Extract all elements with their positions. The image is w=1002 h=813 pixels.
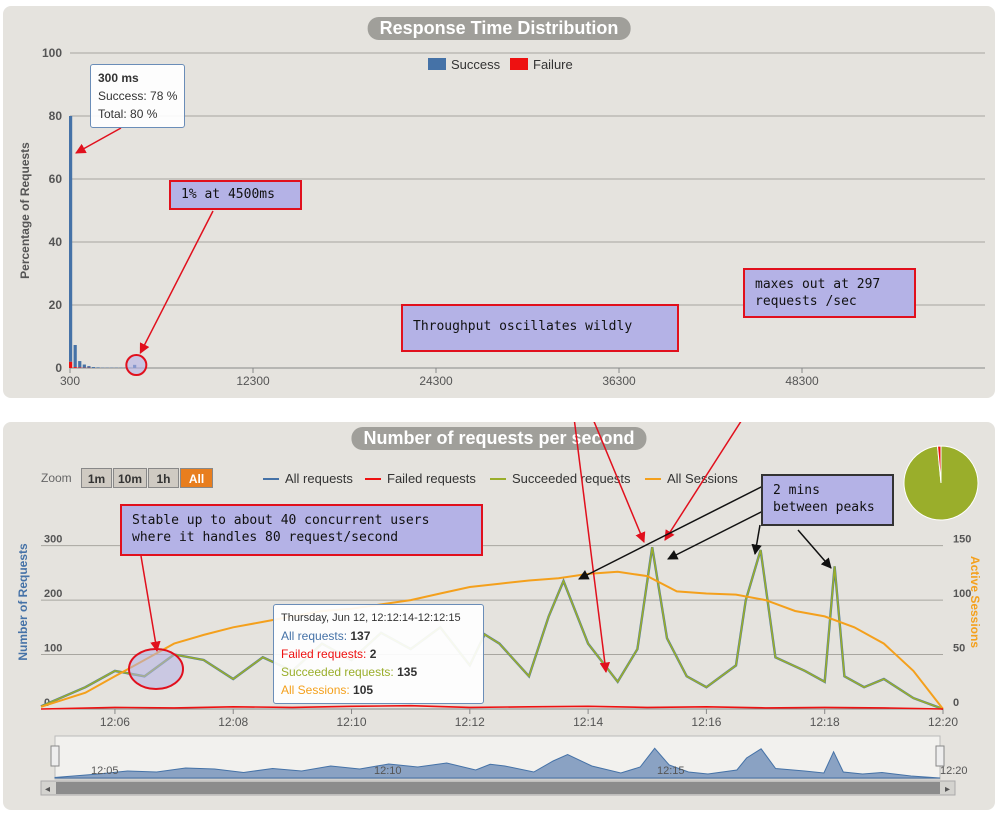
tooltip-success: Success: 78 % xyxy=(98,89,178,103)
navigator-tick-label: 12:15 xyxy=(657,765,685,777)
annotation-arrow xyxy=(75,127,122,154)
x-tick-label: 12:16 xyxy=(691,715,721,729)
success-bar xyxy=(73,345,77,368)
success-bar xyxy=(96,367,100,368)
legend-label-failure: Failure xyxy=(533,57,573,72)
x-tick-label: 36300 xyxy=(602,374,636,388)
annotation-arrow xyxy=(139,210,214,354)
annotation-arrow xyxy=(573,422,611,674)
annotation-oscillation: Throughput oscillates wildly xyxy=(401,304,679,352)
x-tick-label: 12300 xyxy=(236,374,270,388)
tooltip-sessions-value: 105 xyxy=(353,683,374,697)
all-requests-line xyxy=(40,547,944,711)
highlight-ellipse xyxy=(128,648,184,690)
x-tick-label: 24300 xyxy=(419,374,453,388)
y2-axis-label: Active Sessions xyxy=(968,556,982,648)
failure-bar xyxy=(78,367,82,368)
annotation-peak-interval: 2 mins between peaks xyxy=(761,474,894,526)
failure-bar xyxy=(73,367,77,368)
x-tick-label: 12:06 xyxy=(100,715,130,729)
y-tick-label: 100 xyxy=(42,46,62,60)
legend-label: Failed requests xyxy=(387,471,476,486)
y-tick-label: 60 xyxy=(49,172,63,186)
success-bar xyxy=(78,361,82,368)
legend-label: All requests xyxy=(285,471,353,486)
legend-label: All Sessions xyxy=(667,471,738,486)
x-tick-label: 12:08 xyxy=(218,715,248,729)
success-bar xyxy=(91,367,96,368)
navigator-left-handle xyxy=(50,745,60,767)
x-tick-label: 12:14 xyxy=(573,715,603,729)
tooltip-succeeded-value: 135 xyxy=(397,665,418,679)
response-time-panel: Response Time Distribution 0 20 40 60 80 100 3… xyxy=(3,6,995,398)
success-bar xyxy=(82,364,86,368)
tooltip-all-value: 137 xyxy=(350,629,371,643)
x-tick-label: 12:10 xyxy=(337,715,367,729)
navigator-tick-label: 12:05 xyxy=(91,765,119,777)
tooltip-succeeded-label: Succeeded requests: xyxy=(281,665,394,679)
legend-label-success: Success xyxy=(451,57,501,72)
legend-swatch-success xyxy=(428,58,446,70)
legend-label: Succeeded requests xyxy=(512,471,631,486)
y-axis-label: Number of Requests xyxy=(16,543,30,661)
y-tick-label: 100 xyxy=(44,643,62,655)
annotation-4500ms: 1% at 4500ms xyxy=(169,180,302,210)
y-tick-label: 20 xyxy=(49,298,63,312)
navigator-tick-label: 12:20 xyxy=(940,765,968,777)
tooltip-all-label: All requests: xyxy=(281,629,348,643)
tooltip-total: Total: 80 % xyxy=(98,107,158,121)
x-tick-label: 300 xyxy=(60,374,80,388)
success-bar xyxy=(87,366,91,368)
succeeded-requests-line xyxy=(40,547,944,710)
legend-swatch-failure xyxy=(510,58,528,70)
annotation-max-throughput: maxes out at 297 requests /sec xyxy=(743,268,916,318)
point-tooltip: Thursday, Jun 12, 12:12:14-12:12:15 All … xyxy=(273,604,484,704)
success-bar xyxy=(69,116,73,362)
failure-bar xyxy=(69,361,73,368)
y-tick-label: 300 xyxy=(44,534,62,546)
x-tick-label: 12:20 xyxy=(928,715,958,729)
y-tick-label: 80 xyxy=(49,109,63,123)
y-tick-label: 40 xyxy=(49,235,63,249)
tooltip-failed-label: Failed requests: xyxy=(281,647,367,661)
y2-tick-label: 150 xyxy=(953,534,971,546)
y2-tick-label: 0 xyxy=(953,697,959,709)
x-tick-label: 48300 xyxy=(785,374,819,388)
annotation-arrow xyxy=(797,529,832,569)
highlight-circle xyxy=(125,354,148,377)
scroll-right-arrow: ▸ xyxy=(945,784,950,795)
tooltip-title: 300 ms xyxy=(98,71,139,85)
y-axis-label: Percentage of Requests xyxy=(18,142,32,279)
scroll-left-arrow: ◂ xyxy=(45,784,50,795)
scrollbar-thumb xyxy=(56,782,940,794)
x-tick-label: 12:12 xyxy=(455,715,485,729)
annotation-arrow xyxy=(140,555,161,653)
annotation-arrow xyxy=(751,524,762,556)
tooltip-failed-value: 2 xyxy=(369,647,377,661)
annotation-stable-users: Stable up to about 40 concurrent users w… xyxy=(120,504,483,556)
x-tick-label: 12:18 xyxy=(810,715,840,729)
annotation-arrow xyxy=(578,481,772,580)
y-tick-label: 0 xyxy=(55,361,62,375)
navigator-tick-label: 12:10 xyxy=(374,765,402,777)
navigator-right-handle xyxy=(935,745,945,767)
y-tick-label: 200 xyxy=(44,588,62,600)
y2-tick-label: 50 xyxy=(953,643,965,655)
tooltip-sessions-label: All Sessions: xyxy=(281,683,350,697)
bar-tooltip: 300 ms Success: 78 % Total: 80 % xyxy=(90,64,186,128)
requests-per-second-panel: Number of requests per second Zoom 1m 10… xyxy=(3,422,995,810)
tooltip-header: Thursday, Jun 12, 12:12:14-12:12:15 xyxy=(281,612,461,624)
